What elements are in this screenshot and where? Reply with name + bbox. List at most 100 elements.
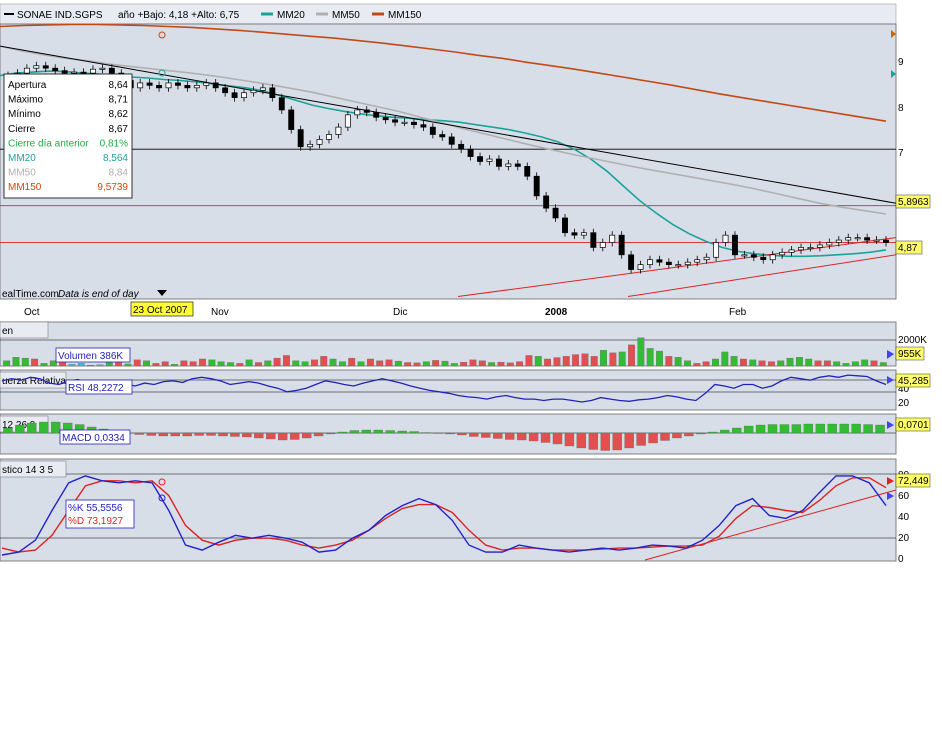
candle-body — [193, 85, 200, 89]
candle-body — [552, 207, 559, 219]
volume-panel[interactable]: en Volumen 386K 2000K 955K — [0, 321, 927, 367]
volume-bar — [40, 363, 48, 367]
info-value: 8,84 — [109, 168, 129, 179]
x-label-oct: Oct — [24, 307, 40, 318]
macd-bar — [313, 432, 324, 437]
macd-bar — [15, 424, 25, 434]
volume-bar — [740, 358, 747, 367]
info-label: Cierre — [8, 124, 36, 135]
candle-body — [609, 234, 616, 243]
volume-bar — [292, 360, 300, 367]
macd-bar — [696, 432, 706, 435]
candle-body — [807, 247, 814, 249]
candle-body — [241, 92, 247, 99]
candle-body — [259, 87, 266, 91]
candle-body — [108, 67, 115, 74]
macd-bar — [278, 432, 288, 441]
price-panel[interactable]: 9 8 7 5,8963 4,87 ealTime.com Data is en… — [0, 23, 931, 300]
volume-bar — [133, 359, 141, 367]
volume-bar — [628, 344, 635, 367]
macd-bar — [51, 421, 61, 434]
info-value: 8,64 — [109, 80, 129, 91]
volume-bar — [572, 354, 579, 367]
candle-body — [80, 71, 87, 74]
candle-body — [637, 264, 644, 270]
candle-body — [335, 126, 342, 135]
macd-bar — [230, 432, 240, 437]
volume-bar — [618, 351, 626, 367]
stoch-panel[interactable]: stico 14 3 5 %K 55,5556 %D 73,1927 80 60… — [0, 458, 931, 565]
volume-bar — [21, 357, 29, 367]
candle-body — [458, 143, 465, 150]
volume-bar — [96, 364, 104, 367]
rsi-tag-text: 45,285 — [898, 376, 929, 387]
macd-bar — [361, 429, 372, 434]
macd-bar — [158, 432, 168, 437]
macd-bar — [863, 424, 873, 434]
volume-bar — [105, 362, 113, 367]
candle-body — [61, 70, 68, 74]
volume-bar — [730, 356, 738, 367]
volume-bar — [31, 358, 39, 367]
volume-bar — [189, 361, 197, 367]
candle-body — [816, 244, 823, 248]
macd-bar — [731, 427, 742, 434]
rsi-panel[interactable]: uerza Relativa RSI 48,2272 40 20 45,285 — [0, 369, 931, 411]
volume-bar — [786, 357, 794, 367]
candle-body — [203, 82, 210, 86]
volume-bar — [544, 358, 552, 367]
macd-bar — [815, 423, 825, 434]
volume-bar — [68, 364, 76, 367]
candle-body — [467, 148, 474, 157]
volume-label: Volumen 386K — [58, 351, 123, 362]
stoch-tick-0: 0 — [898, 554, 904, 565]
candle-body — [392, 119, 399, 123]
macd-bar — [206, 432, 216, 436]
volume-bar — [478, 360, 486, 367]
info-label: Apertura — [8, 80, 47, 91]
volume-bar — [805, 358, 813, 367]
stoch-label-d: %D 73,1927 — [68, 516, 123, 527]
volume-bar — [161, 361, 169, 367]
candle-body — [694, 259, 701, 263]
volume-bar — [12, 357, 20, 367]
macd-bar — [385, 430, 395, 434]
macd-panel[interactable]: 12 26 9 MACD 0,0334 0,0701 — [0, 413, 931, 455]
stoch-label-k: %K 55,5556 — [68, 503, 123, 514]
info-label: MM20 — [8, 153, 36, 164]
volume-bar — [217, 361, 225, 367]
macd-bar — [767, 424, 778, 434]
macd-bar — [134, 432, 145, 435]
macd-bar — [218, 432, 228, 437]
candle-body — [354, 109, 361, 116]
volume-bar — [77, 363, 85, 367]
macd-bar — [552, 432, 563, 445]
stoch-tick-40: 40 — [898, 512, 910, 523]
candle-body — [269, 87, 276, 99]
volume-bar — [534, 356, 542, 367]
data-note: Data is end of day — [58, 289, 140, 300]
candle-body — [146, 82, 153, 86]
volume-bar — [721, 351, 729, 367]
macd-bar — [564, 432, 575, 447]
macd-bar — [39, 421, 49, 434]
candle-body — [448, 136, 455, 145]
volume-bar — [749, 359, 757, 367]
candle-body — [156, 85, 162, 89]
volume-bar — [525, 355, 533, 367]
volume-bar — [329, 358, 337, 367]
candle-body — [297, 129, 304, 148]
volume-bar — [637, 337, 645, 367]
price-tick-8: 8 — [898, 103, 904, 114]
candle-body — [42, 65, 49, 69]
macd-bar — [254, 432, 264, 439]
macd-bar — [791, 424, 802, 434]
macd-bar — [433, 432, 443, 434]
candle-body — [165, 82, 172, 89]
legend-mm50: MM50 — [332, 10, 360, 21]
macd-bar — [875, 424, 885, 434]
candle-body — [344, 114, 351, 128]
volume-bar — [693, 363, 701, 367]
macd-bar — [194, 432, 204, 436]
candle-body — [326, 134, 332, 140]
